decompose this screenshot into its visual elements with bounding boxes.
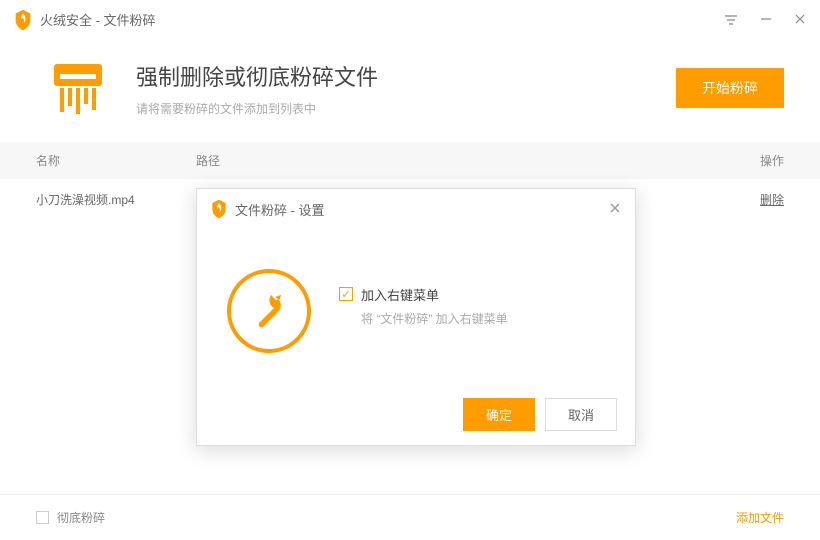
- close-icon[interactable]: [794, 13, 806, 27]
- add-file-link[interactable]: 添加文件: [736, 509, 784, 526]
- dialog-close-icon[interactable]: [609, 201, 621, 218]
- app-logo-icon: [14, 9, 32, 31]
- menu-icon[interactable]: [724, 13, 738, 27]
- col-header-path: 路径: [196, 152, 724, 169]
- dialog-logo-icon: [211, 199, 227, 219]
- thorough-checkbox[interactable]: [36, 511, 49, 524]
- shredder-icon: [48, 58, 108, 118]
- app-title: 火绒安全 - 文件粉碎: [40, 10, 724, 29]
- option-description: 将 “文件粉碎” 加入右键菜单: [361, 310, 508, 327]
- page-heading: 强制删除或彻底粉碎文件: [136, 60, 676, 92]
- dialog-footer: 确定 取消: [197, 384, 635, 445]
- option-label: 加入右键菜单: [361, 285, 439, 304]
- thorough-label: 彻底粉碎: [57, 509, 736, 526]
- window-controls: [724, 13, 806, 27]
- col-header-name: 名称: [36, 152, 196, 169]
- header-section: 强制删除或彻底粉碎文件 请将需要粉碎的文件添加到列表中 开始粉碎: [0, 40, 820, 142]
- table-header: 名称 路径 操作: [0, 142, 820, 179]
- dialog-titlebar: 文件粉碎 - 设置: [197, 189, 635, 229]
- titlebar: 火绒安全 - 文件粉碎: [0, 0, 820, 40]
- file-name: 小刀洗澡视频.mp4: [36, 191, 196, 208]
- context-menu-checkbox[interactable]: ✓: [339, 287, 353, 301]
- col-header-action: 操作: [724, 152, 784, 169]
- page-subheading: 请将需要粉碎的文件添加到列表中: [136, 100, 676, 117]
- ok-button[interactable]: 确定: [463, 398, 535, 431]
- header-text: 强制删除或彻底粉碎文件 请将需要粉碎的文件添加到列表中: [136, 60, 676, 117]
- settings-dialog: 文件粉碎 - 设置 ✓ 加入右键菜单 将 “文件粉碎” 加入右键菜单 确定 取消: [196, 188, 636, 446]
- option-group: ✓ 加入右键菜单 将 “文件粉碎” 加入右键菜单: [339, 285, 508, 337]
- cancel-button[interactable]: 取消: [545, 398, 617, 431]
- footer-bar: 彻底粉碎 添加文件: [0, 494, 820, 540]
- dialog-title: 文件粉碎 - 设置: [235, 200, 609, 219]
- option-row: ✓ 加入右键菜单: [339, 285, 508, 304]
- minimize-icon[interactable]: [760, 13, 772, 27]
- start-shred-button[interactable]: 开始粉碎: [676, 68, 784, 108]
- wrench-icon: [227, 269, 311, 353]
- delete-link[interactable]: 删除: [724, 191, 784, 208]
- dialog-body: ✓ 加入右键菜单 将 “文件粉碎” 加入右键菜单: [197, 229, 635, 384]
